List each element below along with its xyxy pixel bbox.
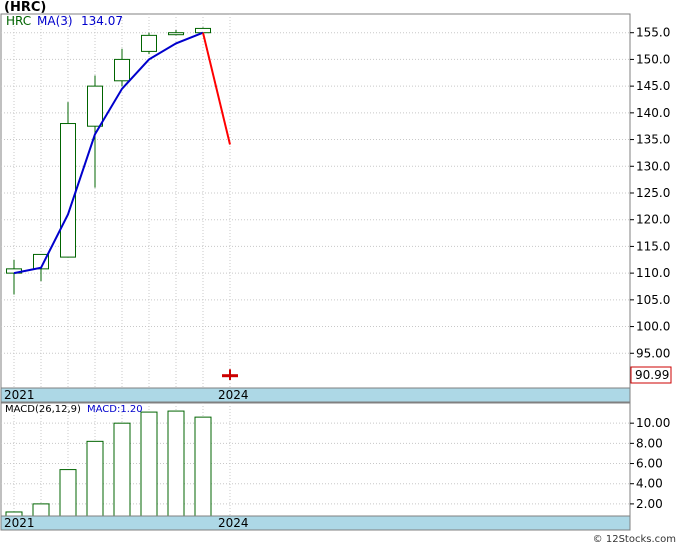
macd-bar xyxy=(194,416,212,517)
macd-bar xyxy=(167,410,185,517)
last-price-label: 90.99 xyxy=(635,368,669,382)
macd-label: MACD(26,12,9) xyxy=(5,404,81,415)
macd-x-label-0: 2021 xyxy=(4,516,35,530)
macd-bar xyxy=(32,503,50,517)
macd-x-axis-band xyxy=(0,515,631,531)
candle-body xyxy=(114,58,130,82)
price-x-label-1: 2024 xyxy=(218,388,249,402)
price-y-tick-label: 155.0 xyxy=(636,26,670,40)
price-x-axis-band xyxy=(0,387,631,403)
candle-body xyxy=(195,27,211,34)
macd-bar xyxy=(59,469,77,517)
macd-bar xyxy=(140,411,158,517)
macd-bar xyxy=(86,440,104,517)
price-y-tick-label: 125.0 xyxy=(636,186,670,200)
chart-title: (HRC) xyxy=(4,0,46,15)
watermark: © 12Stocks.com xyxy=(593,534,676,545)
price-y-tick-label: 145.0 xyxy=(636,79,670,93)
macd-y-tick-label: 4.00 xyxy=(636,477,663,491)
price-y-tick-label: 150.0 xyxy=(636,52,670,66)
macd-y-tick-label: 8.00 xyxy=(636,436,663,450)
price-y-tick-label: 95.00 xyxy=(636,346,670,360)
candle-body xyxy=(168,32,184,36)
price-y-tick-label: 105.0 xyxy=(636,293,670,307)
macd-value: MACD:1.20 xyxy=(87,404,143,415)
price-y-tick-label: 110.0 xyxy=(636,266,670,280)
price-y-tick-label: 100.0 xyxy=(636,320,670,334)
ma-value: 134.07 xyxy=(81,14,123,28)
macd-y-tick-label: 6.00 xyxy=(636,457,663,471)
macd-y-tick-label: 10.00 xyxy=(636,416,670,430)
macd-x-label-1: 2024 xyxy=(218,516,249,530)
candle-body xyxy=(87,85,103,127)
candle-body xyxy=(60,123,76,258)
price-y-tick-label: 115.0 xyxy=(636,239,670,253)
price-y-tick-label: 120.0 xyxy=(636,213,670,227)
candle-body xyxy=(141,34,157,52)
price-y-tick-label: 135.0 xyxy=(636,133,670,147)
symbol-label: HRC xyxy=(6,14,31,28)
price-y-tick-label: 130.0 xyxy=(636,159,670,173)
ma-label: MA(3) xyxy=(37,14,73,28)
price-y-tick-label: 140.0 xyxy=(636,106,670,120)
candle-body xyxy=(222,374,238,378)
macd-bar xyxy=(113,422,131,517)
price-x-label-0: 2021 xyxy=(4,388,35,402)
macd-y-tick-label: 2.00 xyxy=(636,497,663,511)
stock-chart: 95.00 100.0 105.0 110.0 115.0 120.0 125.0 130.0… xyxy=(0,0,680,546)
